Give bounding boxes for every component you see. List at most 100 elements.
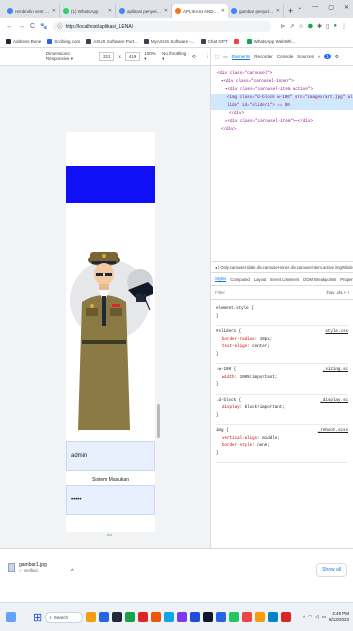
taskbar-app-icon[interactable]: [190, 612, 201, 622]
taskbar-app-icon[interactable]: [164, 612, 175, 622]
dom-node-line[interactable]: ▾<div class="carousel-inner">: [217, 78, 347, 86]
filter-tools[interactable]: :hov .cls + ⁝: [326, 290, 349, 296]
taskbar-app-icon[interactable]: [268, 612, 279, 622]
cast-icon[interactable]: ⊳: [280, 23, 285, 30]
css-declaration[interactable]: width: 100%!important;: [216, 375, 348, 383]
css-source-link[interactable]: _display.sc: [320, 398, 348, 406]
taskbar-app-icon[interactable]: [125, 612, 136, 622]
close-icon[interactable]: ✕: [344, 4, 349, 11]
battery-icon[interactable]: ▭: [322, 614, 326, 620]
width-input[interactable]: 321: [98, 52, 115, 61]
devtools-tab[interactable]: Elements: [231, 54, 251, 60]
password-field[interactable]: •••••: [66, 485, 155, 515]
extension-icon[interactable]: 🐾: [40, 23, 47, 30]
reload-icon[interactable]: C: [30, 23, 35, 30]
profile-icon[interactable]: ●: [333, 23, 337, 30]
breadcrumb[interactable]: ◂ l.Only.carousel.slide div.carousel-inn…: [211, 261, 353, 273]
styles-subtab[interactable]: Layout: [254, 277, 267, 282]
bookmark-item[interactable]: Address Bone: [6, 38, 41, 44]
devtools-tab[interactable]: »: [318, 54, 321, 60]
zoom-select[interactable]: 100% ▾: [144, 51, 158, 62]
taskbar-app-icon[interactable]: [255, 612, 266, 622]
css-declaration[interactable]: display: block!important;: [216, 405, 348, 413]
close-icon[interactable]: ✕: [52, 8, 56, 14]
height-input[interactable]: 419: [124, 52, 141, 61]
issues-badge[interactable]: 1: [324, 54, 331, 59]
close-icon[interactable]: ✕: [164, 8, 168, 14]
taskbar-app-icon[interactable]: [151, 612, 162, 622]
dom-node-line[interactable]: <div class="carousel">: [217, 70, 347, 78]
devtools-tab[interactable]: Recorder: [254, 54, 273, 60]
minimize-icon[interactable]: —: [312, 4, 318, 11]
star-icon[interactable]: ☆: [298, 23, 303, 30]
filter-input[interactable]: Filter: [215, 290, 225, 295]
sidepanel-icon[interactable]: ▯: [326, 23, 329, 30]
dom-node-line[interactable]: ▸<div class="carousel-item">⋯</div>: [217, 118, 347, 126]
inspect-icon[interactable]: ⬚: [215, 54, 219, 60]
start-icon[interactable]: ⊞: [33, 611, 42, 624]
taskbar-app-icon[interactable]: [229, 612, 240, 622]
resize-handle[interactable]: ═: [107, 532, 112, 539]
throttle-select[interactable]: No throttling ▾: [162, 51, 188, 62]
download-item[interactable]: gambar1.jpg ✓ Verified: [8, 562, 47, 573]
styles-subtab[interactable]: Event Listeners: [270, 277, 299, 282]
css-declaration[interactable]: vertical-align: middle;: [216, 436, 348, 444]
bookmark-item[interactable]: Chat GPT: [200, 38, 228, 44]
taskbar-search[interactable]: ⌕ Search: [45, 611, 84, 623]
bookmark-item[interactable]: ASUS Software Port...: [86, 38, 138, 44]
wifi-icon[interactable]: ◠: [308, 614, 312, 620]
rotate-icon[interactable]: ⟲: [192, 54, 196, 60]
css-declaration[interactable]: border-radius: 10px;: [216, 337, 348, 345]
taskbar-app-icon[interactable]: [112, 612, 123, 622]
browser-tab[interactable]: aplikasi penyeldikan poris✕: [116, 4, 172, 18]
devtools-tab[interactable]: Console: [277, 54, 294, 60]
styles-subtab[interactable]: DOM Breakpoints: [303, 277, 336, 282]
css-source-link[interactable]: _sizing.sc: [323, 367, 348, 375]
device-toggle-icon[interactable]: ▭: [223, 54, 227, 60]
taskbar-app-icon[interactable]: [242, 612, 253, 622]
tray-chevron-icon[interactable]: ^: [303, 615, 305, 620]
taskbar-app-icon[interactable]: [138, 612, 149, 622]
styles-subtab[interactable]: Computed: [230, 277, 249, 282]
taskbar-app-icon[interactable]: [99, 612, 110, 622]
taskbar-app-icon[interactable]: [216, 612, 227, 622]
viewport-scrollbar[interactable]: [157, 404, 160, 438]
close-icon[interactable]: ✕: [108, 8, 112, 14]
css-declaration[interactable]: text-align: center;: [216, 344, 348, 352]
css-declaration[interactable]: border-style: none;: [216, 443, 348, 451]
styles-filter[interactable]: Filter :hov .cls + ⁝: [211, 286, 353, 300]
volume-icon[interactable]: ◁: [315, 614, 318, 620]
devtools-tab[interactable]: Sources: [297, 54, 314, 60]
clock[interactable]: 4:49 PM 8/13/2023: [329, 611, 349, 623]
dom-node-line[interactable]: <img class="d-block w-100" src="images/a…: [211, 94, 353, 102]
css-selector[interactable]: element.style {: [216, 306, 348, 314]
bookmark-item[interactable]: Scribing.com: [47, 38, 80, 44]
widgets-icon[interactable]: [6, 612, 16, 622]
styles-subtab[interactable]: Properties: [340, 277, 353, 282]
taskbar-app-icon[interactable]: [177, 612, 188, 622]
maximize-icon[interactable]: ▢: [328, 4, 334, 11]
address-bar[interactable]: ⓘ http://localhost/aplikasi_LENA/: [52, 21, 271, 32]
dom-node-line[interactable]: </div>: [217, 126, 347, 134]
show-all-button[interactable]: Show all: [316, 563, 347, 577]
close-icon[interactable]: ✕: [221, 8, 225, 14]
browser-tab[interactable]: APLIKASI ANDROID✕: [172, 4, 228, 18]
dom-node-line[interactable]: </div>: [217, 110, 347, 118]
browser-tab[interactable]: gambar penyidik - Googl✕: [228, 4, 284, 18]
chevron-down-icon[interactable]: ⌄: [297, 4, 302, 11]
taskbar-app-icon[interactable]: [86, 612, 97, 622]
back-icon[interactable]: ←: [6, 23, 13, 30]
new-tab-button[interactable]: +: [288, 6, 293, 16]
css-source-link[interactable]: style.css: [325, 329, 348, 337]
browser-tab[interactable]: (1) WhatsApp ✕: [60, 4, 116, 18]
menu-icon[interactable]: ⋮: [341, 23, 347, 30]
bookmark-item[interactable]: MyASUS Software -...: [143, 38, 195, 44]
username-field[interactable]: admin: [66, 441, 155, 471]
styles-subtab[interactable]: Styles: [215, 276, 227, 282]
bookmark-item[interactable]: WhatsApp WebWh...: [246, 38, 295, 44]
taskbar-app-icon[interactable]: [281, 612, 292, 622]
bookmark-item[interactable]: [233, 38, 241, 44]
info-icon[interactable]: ⓘ: [58, 23, 63, 30]
close-icon[interactable]: ✕: [276, 8, 280, 14]
taskbar-app-icon[interactable]: [203, 612, 214, 622]
